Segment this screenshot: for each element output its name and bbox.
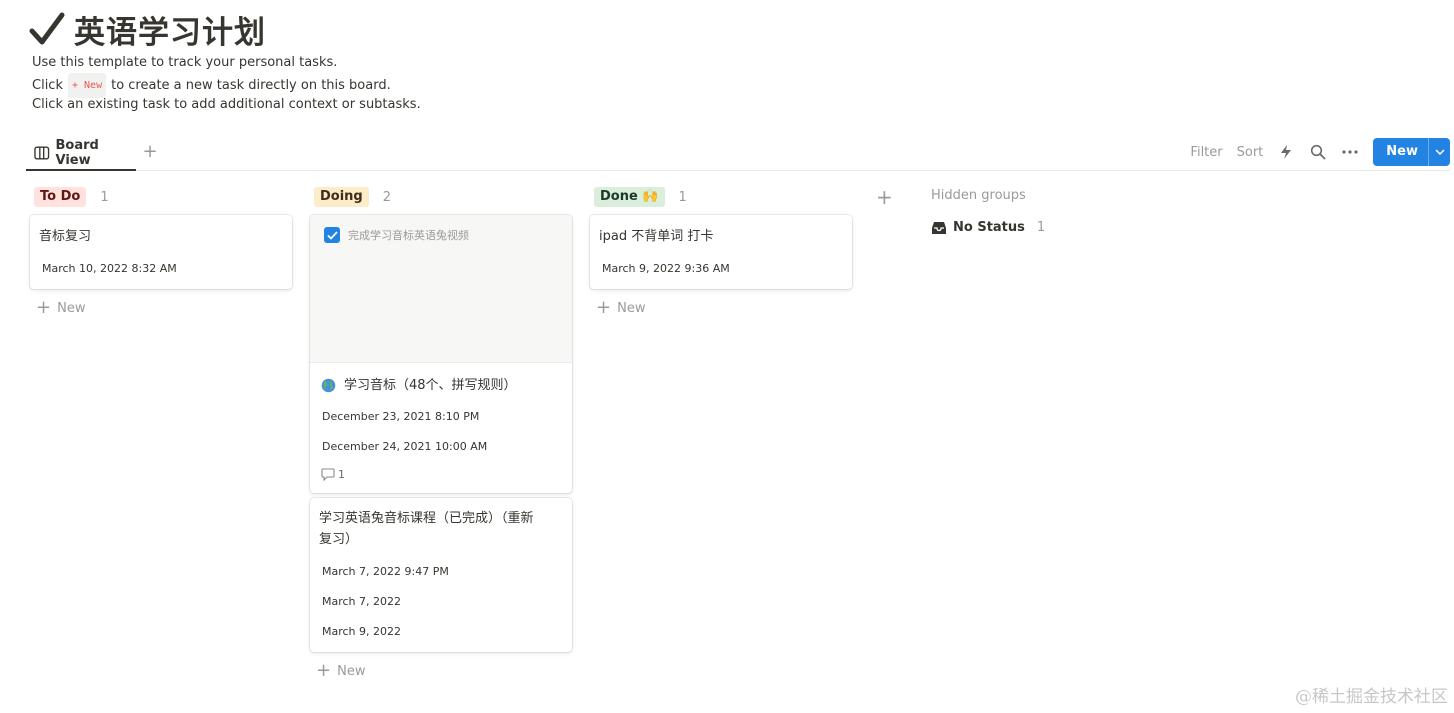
column-count-todo: 1 [100, 189, 109, 205]
card-date-end: December 24, 2021 10:00 AM [322, 440, 488, 453]
add-card-label: New [57, 300, 86, 316]
page-title: 英语学习计划 [74, 14, 266, 51]
no-status-label: No Status [953, 220, 1025, 235]
add-card-doing[interactable]: + New [316, 660, 366, 681]
column-done: Done 🙌 1 ipad 不背单词 打卡 March 9, 2022 9:36… [590, 186, 852, 317]
column-header-doing: Doing 2 [310, 186, 572, 208]
description-line-1: Use this template to track your personal… [32, 55, 338, 70]
add-card-done[interactable]: + New [596, 297, 646, 318]
column-todo: To Do 1 音标复习 March 10, 2022 8:32 AM + Ne… [30, 186, 292, 317]
card-cover: 完成学习音标英语兔视频 [310, 215, 572, 363]
card-date-created: March 7, 2022 9:47 PM [322, 565, 449, 578]
card-title: 音标复习 [39, 229, 92, 244]
comment-count: 1 [321, 468, 345, 481]
inbox-icon [932, 221, 946, 234]
column-header-todo: To Do 1 [30, 186, 292, 208]
card-title-line-1: 学习英语兔音标课程（已完成）（重新 [319, 511, 534, 526]
card-done-1[interactable]: ipad 不背单词 打卡 March 9, 2022 9:36 AM [590, 215, 852, 289]
plus-icon: + [316, 660, 332, 681]
search-icon[interactable] [1309, 143, 1327, 161]
card-title: ipad 不背单词 打卡 [599, 229, 714, 244]
card-title: 学习音标（48个、拼写规则） [344, 378, 517, 393]
cover-todo-item: 完成学习音标英语兔视频 [324, 227, 469, 243]
globe-icon [321, 378, 336, 393]
card-date-start: December 23, 2021 8:10 PM [322, 410, 480, 423]
toolbar: Filter Sort New [1190, 138, 1450, 166]
add-card-todo[interactable]: + New [36, 297, 86, 318]
card-doing-2[interactable]: 学习英语兔音标课程（已完成）（重新 复习） March 7, 2022 9:47… [310, 498, 572, 652]
no-status-group[interactable]: No Status 1 [931, 220, 1045, 235]
add-card-label: New [337, 663, 366, 679]
card-title-line-2: 复习） [319, 532, 359, 547]
status-badge-doing: Doing [314, 187, 369, 207]
card-date: March 10, 2022 8:32 AM [42, 262, 177, 275]
add-view-button[interactable]: + [140, 142, 160, 164]
card-date-start: March 7, 2022 [322, 595, 402, 608]
status-badge-todo: To Do [34, 187, 87, 207]
page-title-row: 英语学习计划 [28, 8, 266, 51]
add-card-label: New [617, 300, 646, 316]
plus-icon: + [36, 297, 52, 318]
card-title-row: 学习音标（48个、拼写规则） [321, 375, 517, 396]
new-button-label[interactable]: New [1373, 138, 1428, 166]
view-bar: Board View + Filter Sort New [26, 136, 1450, 171]
sort-button[interactable]: Sort [1237, 145, 1264, 160]
comment-icon [321, 468, 335, 481]
cover-item-text: 完成学习音标英语兔视频 [348, 229, 469, 242]
tab-board-label: Board View [55, 137, 99, 168]
column-count-doing: 2 [382, 189, 392, 205]
watermark: @稀土掘金技术社区 [1295, 687, 1448, 707]
comment-count-value: 1 [338, 468, 345, 481]
hidden-groups-label: Hidden groups [931, 188, 1026, 203]
card-todo-1[interactable]: 音标复习 March 10, 2022 8:32 AM [30, 215, 292, 289]
column-count-done: 1 [678, 189, 687, 205]
description-line-3: Click an existing task to add additional… [32, 97, 421, 112]
card-date: March 9, 2022 9:36 AM [602, 262, 730, 275]
checkbox-checked-icon [324, 227, 340, 243]
no-status-count: 1 [1036, 220, 1046, 235]
more-options-icon[interactable] [1341, 143, 1359, 161]
description-click: Click [32, 78, 63, 93]
status-badge-done: Done 🙌 [594, 187, 665, 207]
lightning-icon[interactable] [1277, 143, 1295, 161]
chevron-down-icon[interactable] [1428, 138, 1450, 166]
add-group-button[interactable]: + [876, 185, 893, 209]
board-icon [34, 146, 50, 159]
card-doing-1[interactable]: 完成学习音标英语兔视频 学习音标（48个、拼写规则） December 23, … [310, 215, 572, 493]
description-suffix: to create a new task directly on this bo… [111, 78, 391, 93]
new-button[interactable]: New [1373, 138, 1450, 166]
plus-icon: + [596, 297, 612, 318]
column-doing: Doing 2 完成学习音标英语兔视频 学习音标（48个、拼写规则） Decem… [310, 186, 572, 680]
card-date-end: March 9, 2022 [322, 625, 402, 638]
tab-board-view[interactable]: Board View [26, 136, 136, 171]
filter-button[interactable]: Filter [1190, 145, 1222, 160]
checkmark-icon [29, 12, 65, 45]
column-header-done: Done 🙌 1 [590, 186, 852, 208]
